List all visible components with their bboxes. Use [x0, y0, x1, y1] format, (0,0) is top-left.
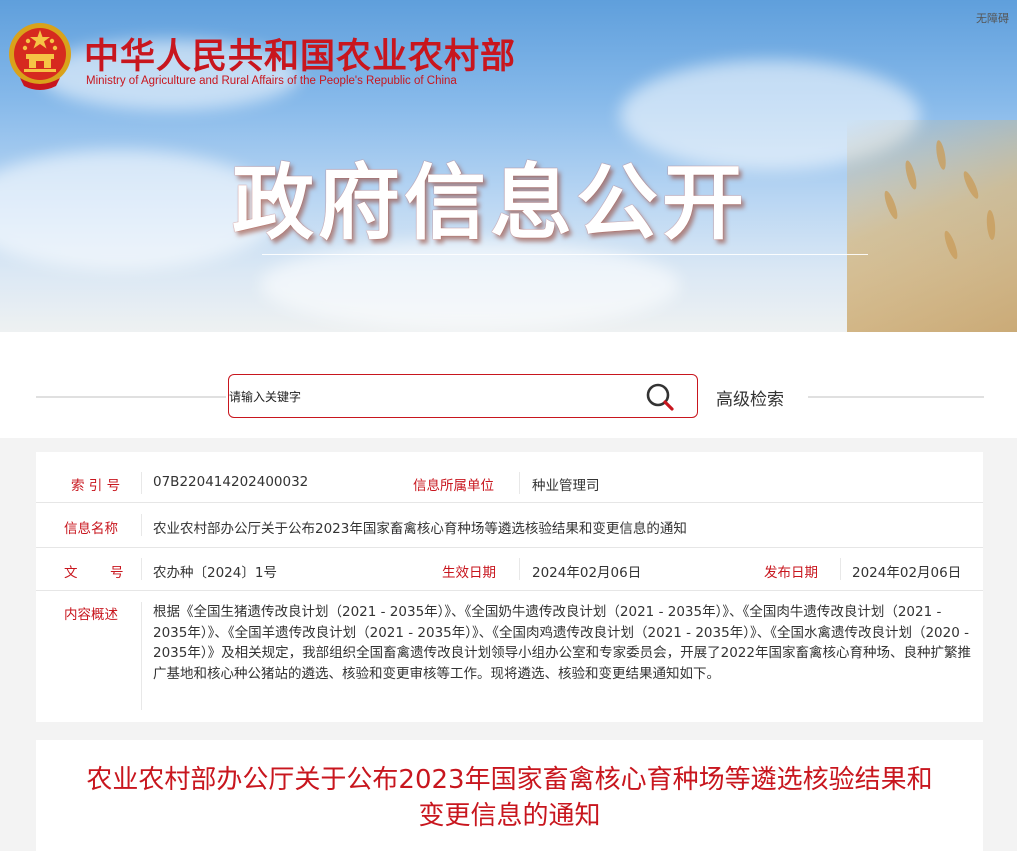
search-icon[interactable] [645, 382, 675, 412]
unit-value: 种业管理司 [532, 478, 600, 494]
doc-number-label: 号 [110, 565, 124, 581]
summary-label: 内容概述 [64, 607, 118, 623]
row-separator [840, 558, 841, 580]
banner-title: 政府信息公开 [232, 156, 749, 251]
search-box [228, 374, 698, 418]
header-banner: 中华人民共和国农业农村部 Ministry of Agriculture and… [0, 0, 1017, 332]
advanced-search-link[interactable]: 高级检索 [716, 385, 784, 410]
effective-date-value: 2024年02月06日 [532, 565, 642, 581]
name-value: 农业农村部办公厅关于公布2023年国家畜禽核心育种场等遴选核验结果和变更信息的通… [153, 521, 687, 537]
summary-value: 根据《全国生猪遗传改良计划（2021 - 2035年）》、《全国奶牛遗传改良计划… [153, 604, 971, 682]
index-label: 索 引 号 [71, 478, 121, 494]
info-row-name: 信息名称 农业农村部办公厅关于公布2023年国家畜禽核心育种场等遴选核验结果和变… [36, 502, 983, 548]
doc-number-value: 农办种〔2024〕1号 [153, 565, 277, 581]
info-table: 索 引 号 07B220414202400032 信息所属单位 种业管理司 信息… [36, 452, 983, 722]
row-separator [519, 472, 520, 494]
article-title: 农业农村部办公厅关于公布2023年国家畜禽核心育种场等遴选核验结果和变更信息的通… [86, 765, 933, 831]
info-row-index: 索 引 号 07B220414202400032 信息所属单位 种业管理司 [36, 464, 983, 503]
row-separator [141, 472, 142, 494]
search-input[interactable] [229, 385, 629, 409]
effective-date-label: 生效日期 [442, 565, 496, 581]
name-label: 信息名称 [64, 521, 118, 537]
row-separator [519, 558, 520, 580]
divider-left [36, 396, 226, 398]
divider-right [808, 396, 984, 398]
wheat-decoration [847, 120, 1017, 332]
publish-date-label: 发布日期 [764, 565, 818, 581]
banner-title-underline [262, 254, 868, 255]
national-emblem-icon [9, 23, 71, 90]
row-separator [141, 558, 142, 580]
ministry-name-cn[interactable]: 中华人民共和国农业农村部 [84, 28, 516, 79]
publish-date-value: 2024年02月06日 [852, 565, 962, 581]
index-value: 07B220414202400032 [153, 474, 309, 490]
row-separator [141, 602, 142, 710]
doc-number-label: 文 [64, 565, 78, 581]
ministry-name-en[interactable]: Ministry of Agriculture and Rural Affair… [86, 75, 457, 87]
unit-label: 信息所属单位 [413, 478, 494, 494]
info-row-doc: 文 号 农办种〔2024〕1号 生效日期 2024年02月06日 发布日期 20… [36, 547, 983, 591]
accessibility-link[interactable]: 无障碍 [976, 10, 1009, 26]
row-separator [141, 514, 142, 536]
article-card: 农业农村部办公厅关于公布2023年国家畜禽核心育种场等遴选核验结果和变更信息的通… [36, 740, 983, 851]
